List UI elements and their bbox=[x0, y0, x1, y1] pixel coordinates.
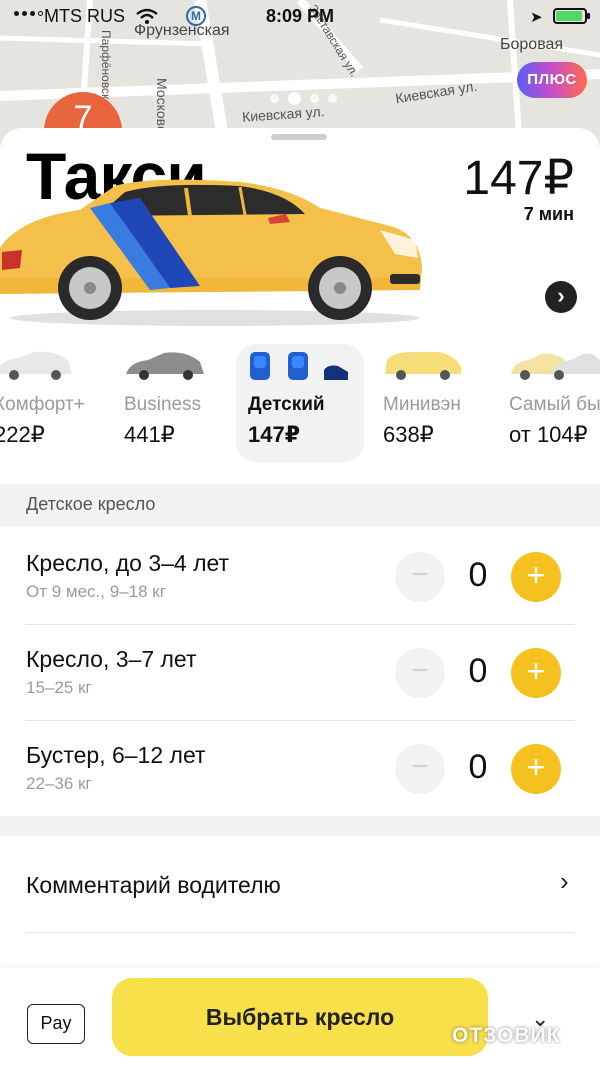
battery-icon bbox=[553, 8, 590, 24]
pay-label: Pay bbox=[40, 1013, 72, 1033]
driver-comment-label: Комментарий водителю bbox=[26, 872, 281, 898]
tariff-price-small: от 104₽ bbox=[509, 422, 588, 447]
tariff-name: Business bbox=[124, 394, 202, 415]
child-seats-icon bbox=[250, 352, 348, 380]
status-bar: MTS RUS 8:09 PM ➤ bbox=[0, 0, 600, 34]
tariff-price-small: 638₽ bbox=[383, 422, 434, 447]
page-dot bbox=[328, 94, 337, 103]
increment-button[interactable]: + bbox=[511, 648, 561, 698]
decrement-button[interactable]: − bbox=[395, 552, 445, 602]
choose-seat-button[interactable]: Выбрать кресло bbox=[112, 978, 488, 1056]
seat-count: 0 bbox=[468, 556, 488, 594]
seat-option-row: Кресло, до 3–4 лет От 9 мес., 9–18 кг − … bbox=[0, 528, 600, 624]
tariff-item-cheapest[interactable]: Самый бы от 104₽ bbox=[509, 344, 600, 462]
seat-option-row: Кресло, 3–7 лет 15–25 кг − 0 + bbox=[0, 624, 600, 720]
seat-option-name: Кресло, 3–7 лет bbox=[26, 646, 197, 672]
tariff-item-business[interactable]: Business 441₽ bbox=[124, 344, 224, 462]
seat-count: 0 bbox=[468, 748, 488, 786]
tariff-carousel[interactable]: Комфорт+ 222₽ Business 441₽ Детский 147₽… bbox=[0, 344, 600, 464]
section-gap bbox=[0, 816, 600, 836]
seat-count: 0 bbox=[468, 652, 488, 690]
tariff-name: Минивэн bbox=[383, 394, 461, 415]
car-thumbnail bbox=[511, 353, 600, 380]
taxi-car-image bbox=[0, 179, 422, 326]
bottom-sheet: Такси 147₽ 7 мин › Комфорт+ 222₽ Busines… bbox=[0, 128, 600, 1067]
decrement-button[interactable]: − bbox=[395, 648, 445, 698]
map-label-moskovsky: Московс bbox=[154, 78, 170, 133]
tariff-price: 147₽ bbox=[463, 152, 574, 205]
tariff-item-minivan[interactable]: Минивэн 638₽ bbox=[383, 344, 483, 462]
tariff-name: Самый бы bbox=[509, 394, 600, 415]
seat-option-desc: 15–25 кг bbox=[26, 678, 92, 697]
seat-option-name: Кресло, до 3–4 лет bbox=[26, 550, 230, 576]
decrement-button[interactable]: − bbox=[395, 744, 445, 794]
car-thumbnail bbox=[126, 352, 204, 380]
car-thumbnail bbox=[385, 352, 461, 380]
tariff-name: Детский bbox=[248, 394, 325, 415]
sheet-grabber[interactable] bbox=[271, 134, 327, 140]
driver-comment-row[interactable]: Комментарий водителю › bbox=[0, 836, 600, 932]
tariff-price-small: 441₽ bbox=[124, 422, 175, 447]
tariff-item-comfort-plus[interactable]: Комфорт+ 222₽ bbox=[0, 344, 94, 462]
tariff-name: Комфорт+ bbox=[0, 394, 85, 415]
plus-badge[interactable]: ПЛЮС bbox=[517, 62, 587, 98]
tariff-price-small: 147₽ bbox=[248, 422, 301, 447]
page-dot-active bbox=[288, 92, 301, 105]
tariff-eta: 7 мин bbox=[523, 204, 574, 224]
bottom-bar: Pay Выбрать кресло ⌄ ОТЗОВИК bbox=[0, 968, 600, 1067]
increment-button[interactable]: + bbox=[511, 744, 561, 794]
divider bbox=[26, 932, 574, 933]
clock: 8:09 PM bbox=[265, 6, 335, 26]
tariff-item-detsky[interactable]: Детский 147₽ bbox=[236, 344, 364, 462]
page-dots bbox=[270, 92, 337, 105]
chevron-right-icon: › bbox=[560, 866, 569, 896]
section-header: Детское кресло bbox=[0, 484, 600, 526]
seat-option-name: Бустер, 6–12 лет bbox=[26, 742, 206, 768]
seat-option-row: Бустер, 6–12 лет 22–36 кг − 0 + bbox=[0, 720, 600, 816]
car-thumbnail bbox=[0, 351, 72, 380]
increment-button[interactable]: + bbox=[511, 552, 561, 602]
location-arrow-icon: ➤ bbox=[530, 9, 543, 26]
page-dot bbox=[270, 94, 279, 103]
map-label-borovaya: Боровая bbox=[500, 36, 564, 53]
page-dot bbox=[310, 94, 319, 103]
watermark: ОТЗОВИК bbox=[452, 1024, 561, 1047]
seat-option-desc: 22–36 кг bbox=[26, 774, 92, 793]
tariff-price-small: 222₽ bbox=[0, 422, 45, 447]
section-title: Детское кресло bbox=[26, 494, 156, 514]
apple-pay-button[interactable]: Pay bbox=[27, 1004, 85, 1044]
seat-option-desc: От 9 мес., 9–18 кг bbox=[26, 582, 166, 601]
next-tariff-button[interactable]: › bbox=[545, 281, 577, 313]
